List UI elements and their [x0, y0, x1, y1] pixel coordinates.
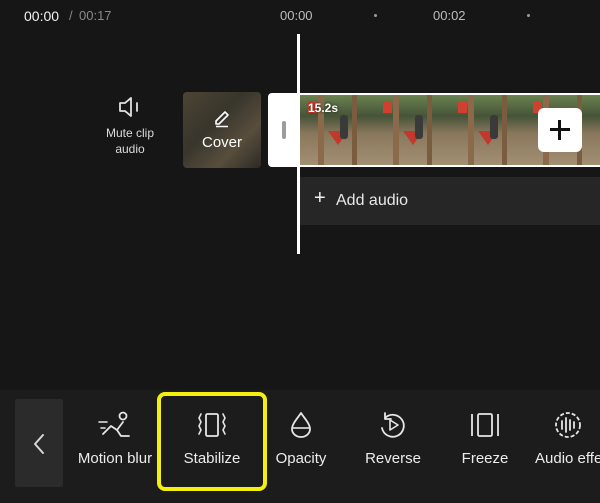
tool-label: Freeze: [461, 450, 509, 467]
timeline-header: 00:00 / 00:17 00:00 00:02: [0, 0, 600, 32]
playhead[interactable]: [297, 34, 300, 254]
tool-audio-effects[interactable]: Audio effects: [535, 410, 600, 474]
reverse-icon: [381, 412, 405, 438]
clip-duration: 15.2s: [308, 101, 339, 115]
total-time: 00:17: [79, 8, 112, 23]
edit-pencil-icon: [215, 111, 229, 128]
back-button[interactable]: [15, 399, 63, 487]
tool-freeze[interactable]: Freeze: [453, 410, 517, 474]
tool-label: Audio effects: [535, 450, 600, 467]
speaker-icon: [119, 97, 138, 117]
tool-label: Motion blur: [77, 450, 153, 467]
tool-label: Reverse: [365, 450, 421, 467]
trim-grip[interactable]: [282, 121, 286, 139]
time-separator: /: [69, 8, 73, 23]
chevron-left-icon: [34, 434, 44, 454]
tool-label: Opacity: [275, 450, 327, 467]
mute-clip-audio-button[interactable]: Mute clip audio: [98, 96, 162, 166]
audio-effects-icon: [554, 412, 581, 438]
ruler-mark-0: 00:00: [280, 8, 313, 23]
clip-trim-handle[interactable]: [268, 93, 300, 167]
ruler-mark-1: 00:02: [433, 8, 466, 23]
mute-label: Mute clip audio: [105, 126, 155, 156]
plus-icon: +: [314, 187, 326, 209]
clip-frame: [375, 95, 450, 165]
clip-frame: [450, 95, 525, 165]
tool-motion-blur[interactable]: Motion blur: [72, 410, 158, 474]
highlight-box: [157, 392, 267, 491]
ruler-dot: [374, 14, 377, 17]
current-time: 00:00: [24, 8, 60, 24]
freeze-icon: [471, 413, 499, 437]
add-audio-track[interactable]: + Add audio: [300, 177, 600, 225]
tool-opacity[interactable]: Opacity: [268, 410, 334, 474]
tool-reverse[interactable]: Reverse: [358, 410, 428, 474]
cover-label: Cover: [201, 134, 242, 151]
opacity-icon: [291, 412, 311, 438]
cover-thumbnail[interactable]: Cover: [183, 92, 261, 168]
motion-blur-icon: [98, 411, 130, 437]
add-clip-button[interactable]: [538, 108, 582, 152]
ruler-dot: [527, 14, 530, 17]
add-audio-label: Add audio: [336, 192, 409, 209]
